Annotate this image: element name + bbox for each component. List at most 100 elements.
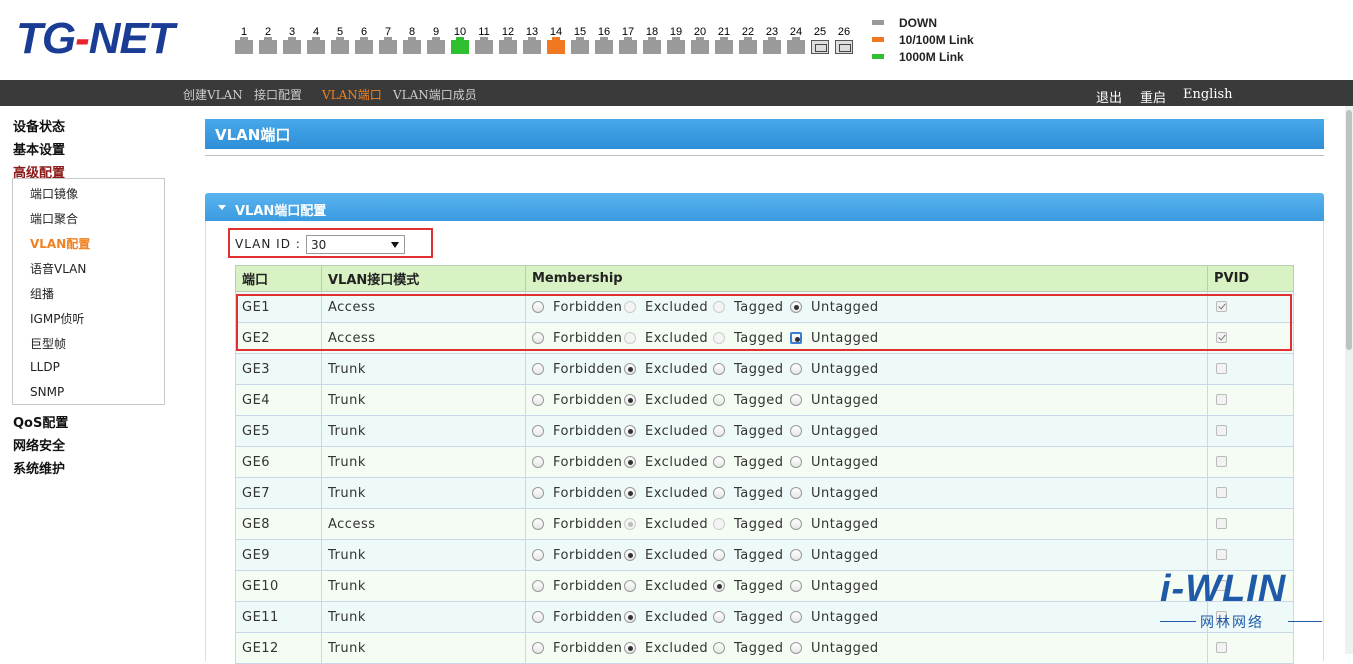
radio-untagged[interactable] (790, 580, 802, 592)
nav-item-1[interactable]: 接口配置 (254, 86, 302, 103)
radio-forbidden[interactable] (532, 394, 544, 406)
radio-untagged[interactable] (790, 611, 802, 623)
radio-untagged[interactable] (790, 425, 802, 437)
radio-untagged[interactable] (790, 487, 802, 499)
radio-tagged[interactable] (713, 611, 725, 623)
port-20[interactable]: 20 (690, 26, 710, 56)
radio-tagged[interactable] (713, 642, 725, 654)
port-9[interactable]: 9 (426, 26, 446, 56)
radio-excluded[interactable] (624, 611, 636, 623)
port-5[interactable]: 5 (330, 26, 350, 56)
port-22[interactable]: 22 (738, 26, 758, 56)
sidebar-subitem-8[interactable]: SNMP (30, 385, 64, 399)
pvid-checkbox[interactable] (1216, 331, 1227, 343)
sidebar-group-5[interactable]: 系统维护 (13, 458, 65, 477)
radio-excluded[interactable] (624, 332, 636, 344)
nav-item-3[interactable]: VLAN端口成员 (393, 86, 477, 103)
port-23[interactable]: 23 (762, 26, 782, 56)
port-11[interactable]: 11 (474, 26, 494, 56)
port-2[interactable]: 2 (258, 26, 278, 56)
radio-forbidden[interactable] (532, 549, 544, 561)
radio-forbidden[interactable] (532, 611, 544, 623)
reboot-link[interactable]: 重启 (1140, 87, 1166, 106)
sidebar-subitem-3[interactable]: 语音VLAN (30, 260, 86, 277)
port-14[interactable]: 14 (546, 26, 566, 56)
radio-forbidden[interactable] (532, 425, 544, 437)
port-26[interactable]: 26 (834, 26, 854, 56)
radio-untagged[interactable] (790, 301, 802, 313)
port-7[interactable]: 7 (378, 26, 398, 56)
sidebar-subitem-2[interactable]: VLAN配置 (30, 235, 90, 252)
sidebar-group-4[interactable]: 网络安全 (13, 435, 65, 454)
sidebar-group-1[interactable]: 基本设置 (13, 139, 65, 158)
radio-tagged[interactable] (713, 332, 725, 344)
radio-forbidden[interactable] (532, 580, 544, 592)
scrollbar[interactable] (1345, 106, 1353, 654)
pvid-checkbox[interactable] (1216, 300, 1227, 312)
language-link[interactable]: English (1183, 87, 1233, 102)
port-24[interactable]: 24 (786, 26, 806, 56)
port-15[interactable]: 15 (570, 26, 590, 56)
radio-tagged[interactable] (713, 549, 725, 561)
port-1[interactable]: 1 (234, 26, 254, 56)
port-18[interactable]: 18 (642, 26, 662, 56)
radio-excluded[interactable] (624, 518, 636, 530)
vlan-id-select[interactable]: 30 (306, 235, 405, 254)
radio-untagged[interactable] (790, 549, 802, 561)
radio-tagged[interactable] (713, 394, 725, 406)
radio-tagged[interactable] (713, 363, 725, 375)
sidebar-subitem-4[interactable]: 组播 (30, 285, 54, 302)
radio-tagged[interactable] (713, 301, 725, 313)
radio-forbidden[interactable] (532, 518, 544, 530)
port-4[interactable]: 4 (306, 26, 326, 56)
sidebar-subitem-6[interactable]: 巨型帧 (30, 335, 66, 352)
pvid-checkbox[interactable] (1216, 362, 1227, 374)
nav-item-0[interactable]: 创建VLAN (183, 86, 243, 103)
radio-forbidden[interactable] (532, 363, 544, 375)
radio-excluded[interactable] (624, 425, 636, 437)
port-10[interactable]: 10 (450, 26, 470, 56)
port-13[interactable]: 13 (522, 26, 542, 56)
radio-excluded[interactable] (624, 487, 636, 499)
radio-untagged[interactable] (790, 332, 802, 344)
radio-untagged[interactable] (790, 456, 802, 468)
pvid-checkbox[interactable] (1216, 393, 1227, 405)
pvid-checkbox[interactable] (1216, 424, 1227, 436)
radio-tagged[interactable] (713, 487, 725, 499)
pvid-checkbox[interactable] (1216, 641, 1227, 653)
radio-tagged[interactable] (713, 456, 725, 468)
radio-untagged[interactable] (790, 642, 802, 654)
port-3[interactable]: 3 (282, 26, 302, 56)
radio-excluded[interactable] (624, 301, 636, 313)
radio-untagged[interactable] (790, 363, 802, 375)
collapse-triangle-icon[interactable] (218, 205, 226, 210)
radio-untagged[interactable] (790, 394, 802, 406)
port-12[interactable]: 12 (498, 26, 518, 56)
radio-forbidden[interactable] (532, 332, 544, 344)
radio-tagged[interactable] (713, 580, 725, 592)
radio-excluded[interactable] (624, 642, 636, 654)
logout-link[interactable]: 退出 (1096, 87, 1122, 106)
radio-untagged[interactable] (790, 518, 802, 530)
radio-tagged[interactable] (713, 425, 725, 437)
pvid-checkbox[interactable] (1216, 486, 1227, 498)
port-6[interactable]: 6 (354, 26, 374, 56)
sidebar-group-3[interactable]: QoS配置 (13, 412, 68, 431)
pvid-checkbox[interactable] (1216, 517, 1227, 529)
radio-forbidden[interactable] (532, 301, 544, 313)
radio-excluded[interactable] (624, 456, 636, 468)
radio-excluded[interactable] (624, 394, 636, 406)
pvid-checkbox[interactable] (1216, 548, 1227, 560)
pvid-checkbox[interactable] (1216, 455, 1227, 467)
radio-excluded[interactable] (624, 580, 636, 592)
radio-tagged[interactable] (713, 518, 725, 530)
port-16[interactable]: 16 (594, 26, 614, 56)
sidebar-subitem-7[interactable]: LLDP (30, 360, 60, 374)
sidebar-subitem-0[interactable]: 端口镜像 (30, 185, 78, 202)
sidebar-group-0[interactable]: 设备状态 (13, 116, 65, 135)
port-25[interactable]: 25 (810, 26, 830, 56)
radio-excluded[interactable] (624, 549, 636, 561)
port-21[interactable]: 21 (714, 26, 734, 56)
nav-item-2[interactable]: VLAN端口 (322, 86, 382, 103)
scrollbar-thumb[interactable] (1346, 110, 1352, 350)
